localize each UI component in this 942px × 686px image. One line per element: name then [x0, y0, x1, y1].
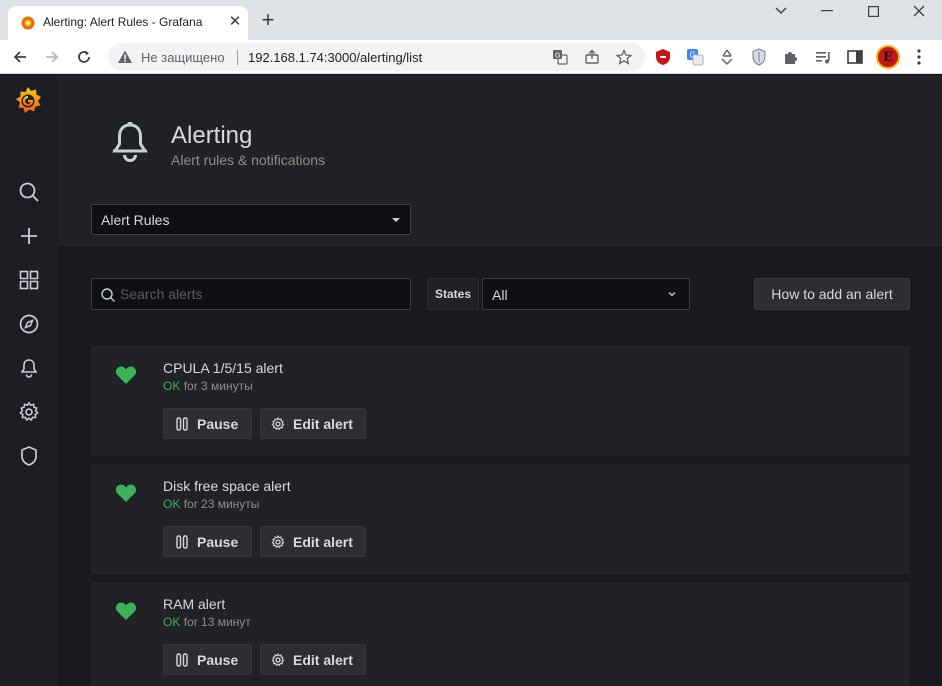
- media-queue-icon[interactable]: [812, 46, 834, 68]
- url-text[interactable]: 192.168.1.74:3000/alerting/list: [248, 50, 422, 65]
- browser-toolbar: Не защищено 192.168.1.74:3000/alerting/l…: [0, 40, 942, 74]
- cog-icon: [271, 416, 285, 431]
- share-icon[interactable]: [583, 48, 601, 66]
- alert-state: OK: [163, 497, 181, 511]
- alert-status: OK for 3 минуты: [163, 379, 253, 393]
- forward-arrow-icon[interactable]: [40, 45, 64, 69]
- edit-alert-label: Edit alert: [293, 651, 353, 668]
- states-select[interactable]: All: [482, 278, 690, 310]
- edit-alert-label: Edit alert: [293, 533, 353, 550]
- back-arrow-icon[interactable]: [8, 45, 32, 69]
- search-alerts-input[interactable]: [120, 285, 400, 303]
- svg-text:G: G: [690, 51, 696, 60]
- svg-text:G: G: [555, 52, 560, 60]
- page-subtitle: Alert rules & notifications: [171, 152, 326, 168]
- pause-label: Pause: [197, 651, 239, 668]
- search-alerts-field[interactable]: [91, 278, 411, 310]
- search-icon[interactable]: [17, 180, 41, 204]
- pause-button[interactable]: Pause: [163, 526, 252, 557]
- ublock-icon[interactable]: [652, 46, 674, 68]
- translate-icon[interactable]: G: [551, 48, 569, 66]
- dashboards-icon[interactable]: [17, 268, 41, 292]
- view-select-value: Alert Rules: [101, 212, 170, 228]
- alert-name[interactable]: Disk free space alert: [163, 478, 291, 494]
- browser-menu-icon[interactable]: [908, 46, 930, 68]
- shield-extension-icon[interactable]: [748, 46, 770, 68]
- alert-duration: for 3 минуты: [183, 379, 253, 393]
- heart-icon: [115, 366, 137, 384]
- pause-icon: [175, 652, 189, 667]
- caret-down-icon: [392, 218, 400, 222]
- tab-title: Alerting: Alert Rules - Grafana: [43, 15, 203, 29]
- alert-duration: for 23 минуты: [183, 497, 260, 511]
- pause-button[interactable]: Pause: [163, 644, 252, 675]
- side-panel-icon[interactable]: [844, 46, 866, 68]
- tab-close-icon[interactable]: ✕: [225, 12, 245, 32]
- pause-label: Pause: [197, 533, 239, 550]
- alert-rule-row: CPULA 1/5/15 alert OK for 3 минуты Pause…: [91, 346, 910, 456]
- pause-button[interactable]: Pause: [163, 408, 252, 439]
- alert-rule-row: Disk free space alert OK for 23 минуты P…: [91, 464, 910, 574]
- alert-state: OK: [163, 379, 181, 393]
- alert-name[interactable]: CPULA 1/5/15 alert: [163, 360, 283, 376]
- page-header: Alerting Alert rules & notifications Ale…: [58, 75, 942, 246]
- alert-status: OK for 13 минут: [163, 615, 251, 629]
- states-select-value: All: [492, 287, 508, 303]
- extensions-puzzle-icon[interactable]: [780, 46, 802, 68]
- alert-duration: for 13 минут: [183, 615, 251, 629]
- plus-icon[interactable]: [17, 224, 41, 248]
- cog-icon: [271, 534, 285, 549]
- how-to-add-alert-button[interactable]: How to add an alert: [754, 278, 910, 310]
- pause-icon: [175, 534, 189, 549]
- edit-alert-button[interactable]: Edit alert: [260, 408, 366, 439]
- grafana-main: Alerting Alert rules & notifications Ale…: [58, 75, 942, 686]
- edit-alert-button[interactable]: Edit alert: [260, 644, 366, 675]
- page-title: Alerting: [171, 122, 253, 149]
- omnibox-separator: [237, 50, 238, 65]
- edit-alert-label: Edit alert: [293, 415, 353, 432]
- alert-name[interactable]: RAM alert: [163, 596, 225, 612]
- states-label: States: [427, 278, 479, 310]
- alert-status: OK for 23 минуты: [163, 497, 259, 511]
- grafana-sidenav: [0, 75, 58, 686]
- chevron-down-icon: [668, 292, 676, 297]
- recycle-icon[interactable]: [716, 46, 738, 68]
- grafana-logo-icon[interactable]: [12, 85, 44, 117]
- view-select[interactable]: Alert Rules: [91, 204, 411, 235]
- bookmark-star-icon[interactable]: [615, 48, 633, 66]
- google-translate-extension-icon[interactable]: G: [684, 46, 706, 68]
- reload-icon[interactable]: [72, 45, 96, 69]
- browser-title-bar: Alerting: Alert Rules - Grafana ✕ +: [0, 0, 942, 40]
- search-field-icon: [101, 288, 115, 302]
- explore-icon[interactable]: [17, 312, 41, 336]
- pause-label: Pause: [197, 415, 239, 432]
- profile-avatar[interactable]: E: [876, 45, 900, 69]
- gear-icon[interactable]: [17, 400, 41, 424]
- alert-rule-row: RAM alert OK for 13 минут Pause Edit ale…: [91, 582, 910, 686]
- grafana-favicon-icon: [21, 16, 35, 30]
- cog-icon: [271, 652, 285, 667]
- maximize-icon[interactable]: [850, 0, 896, 22]
- heart-icon: [115, 484, 137, 502]
- tab-search-chevron-icon[interactable]: [758, 0, 804, 22]
- security-label[interactable]: Не защищено: [141, 50, 225, 65]
- shield-icon[interactable]: [17, 444, 41, 468]
- browser-tab[interactable]: Alerting: Alert Rules - Grafana ✕: [8, 6, 248, 40]
- minimize-icon[interactable]: [804, 0, 850, 22]
- bell-icon[interactable]: [17, 356, 41, 380]
- edit-alert-button[interactable]: Edit alert: [260, 526, 366, 557]
- not-secure-warning-icon[interactable]: [117, 49, 133, 65]
- close-window-icon[interactable]: [896, 0, 942, 22]
- pause-icon: [175, 416, 189, 431]
- heart-icon: [115, 602, 137, 620]
- bell-header-icon: [112, 122, 148, 162]
- new-tab-icon[interactable]: +: [256, 9, 280, 33]
- alert-state: OK: [163, 615, 181, 629]
- address-bar[interactable]: Не защищено 192.168.1.74:3000/alerting/l…: [108, 43, 645, 71]
